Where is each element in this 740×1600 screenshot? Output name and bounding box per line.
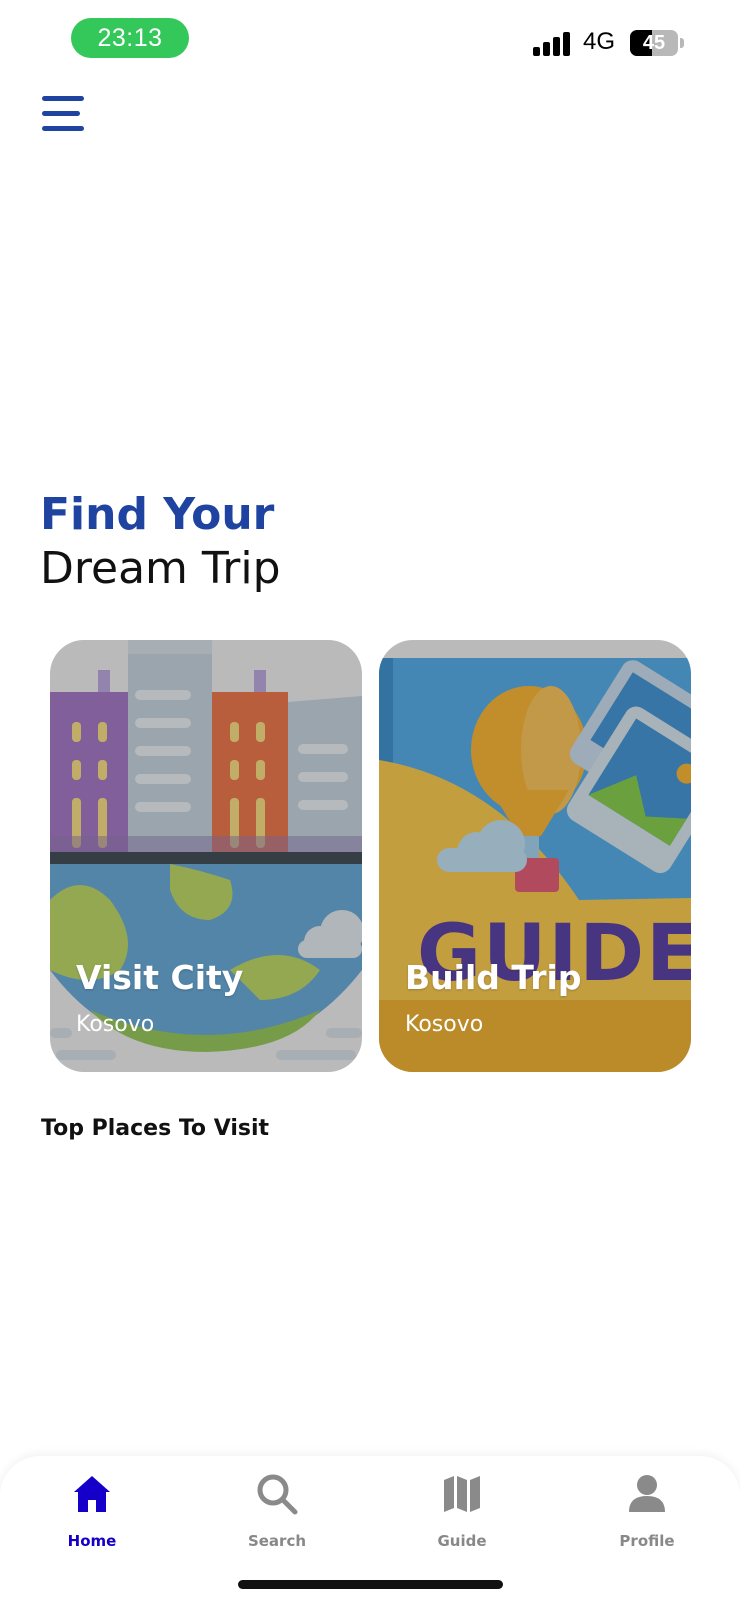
hamburger-menu-icon[interactable]	[40, 96, 86, 136]
battery-level: 45	[642, 31, 666, 54]
battery-tip	[680, 38, 684, 48]
nav-home[interactable]: Home	[32, 1456, 152, 1556]
headline-line-2: Dream Trip	[40, 543, 281, 594]
signal-strength-icon	[533, 30, 573, 56]
nav-label: Search	[247, 1532, 307, 1550]
status-bar: 23:13 4G 45	[0, 0, 740, 80]
card-overlay	[50, 640, 362, 1072]
build-trip-card[interactable]: GUIDE Build Trip Kosovo	[379, 640, 691, 1072]
nav-profile[interactable]: Profile	[587, 1456, 707, 1556]
nav-search[interactable]: Search	[217, 1456, 337, 1556]
card-overlay	[379, 640, 691, 1072]
home-icon	[74, 1476, 110, 1512]
home-indicator	[238, 1580, 503, 1589]
card-title: Build Trip	[405, 958, 582, 997]
bottom-navigation: Home Search Guide Profile	[0, 1456, 740, 1600]
headline-line-1: Find Your	[40, 489, 275, 540]
card-title: Visit City	[76, 958, 244, 997]
page-headline: Find Your Dream Trip	[40, 488, 281, 596]
nav-guide[interactable]: Guide	[402, 1456, 522, 1556]
nav-label: Profile	[619, 1532, 675, 1550]
nav-label: Guide	[437, 1532, 487, 1550]
map-icon	[444, 1476, 480, 1512]
section-title: Top Places To Visit	[41, 1116, 270, 1141]
battery-icon: 45	[630, 30, 678, 56]
card-subtitle: Kosovo	[76, 1012, 155, 1037]
search-icon	[257, 1474, 298, 1515]
network-type: 4G	[583, 28, 616, 55]
nav-label: Home	[67, 1532, 117, 1550]
card-subtitle: Kosovo	[405, 1012, 484, 1037]
profile-icon	[629, 1475, 665, 1512]
visit-city-card[interactable]: Visit City Kosovo	[50, 640, 362, 1072]
status-time: 23:13	[71, 18, 189, 58]
